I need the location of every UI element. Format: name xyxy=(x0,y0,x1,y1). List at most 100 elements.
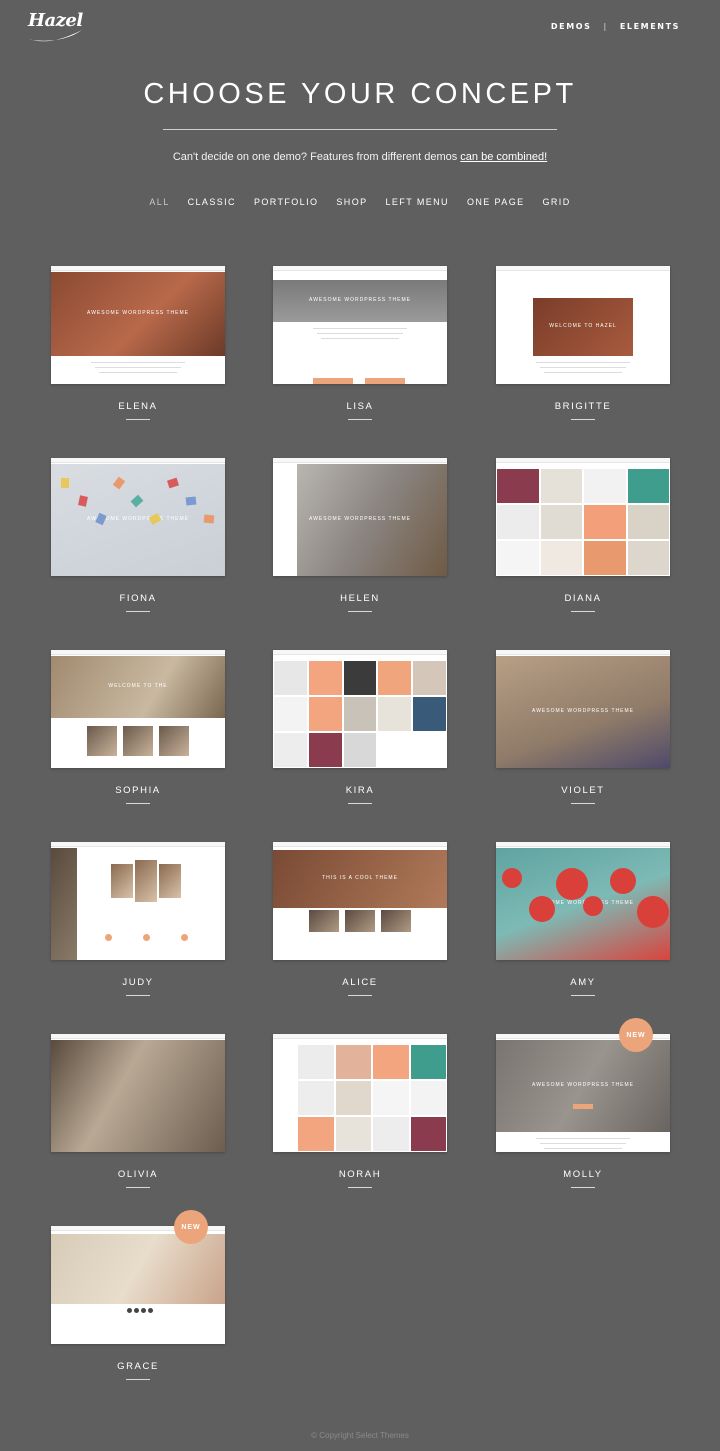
browser-bar xyxy=(51,650,225,655)
preview-accent-dot xyxy=(143,934,150,941)
preview-social-dot xyxy=(127,1308,132,1313)
preview-text-line xyxy=(536,1138,630,1139)
browser-bar xyxy=(51,458,225,463)
preview-lantern xyxy=(529,896,555,922)
preview-tile xyxy=(540,469,582,503)
preview-flag xyxy=(61,478,69,488)
demo-label-brigitte[interactable]: BRIGITTE xyxy=(496,401,670,412)
preview-tile xyxy=(497,541,539,575)
page-subtitle: Can't decide on one demo? Features from … xyxy=(0,151,720,163)
demo-thumbnail-olivia[interactable] xyxy=(51,1034,225,1152)
new-badge: NEW xyxy=(174,1210,208,1244)
preview-tile xyxy=(274,697,307,731)
preview-text-line xyxy=(544,372,622,373)
demo-thumbnail-norah[interactable] xyxy=(273,1034,447,1152)
filter-shop[interactable]: SHOP xyxy=(336,197,367,207)
demo-label-alice[interactable]: ALICE xyxy=(273,977,447,988)
filter-all[interactable]: ALL xyxy=(149,197,169,207)
preview-tile xyxy=(378,661,412,695)
preview-text-line xyxy=(91,362,185,363)
demo-thumbnail-violet[interactable]: AWESOME WORDPRESS THEME xyxy=(496,650,670,768)
preview-tile xyxy=(298,1045,334,1079)
demo-label-underline xyxy=(348,611,372,612)
demo-label-sophia[interactable]: SOPHIA xyxy=(51,785,225,796)
filter-classic[interactable]: CLASSIC xyxy=(188,197,236,207)
browser-bar xyxy=(273,1034,447,1039)
demo-label-grace[interactable]: GRACE xyxy=(51,1361,225,1372)
demo-label-elena[interactable]: ELENA xyxy=(51,401,225,412)
combined-features-link[interactable]: can be combined! xyxy=(460,151,547,163)
preview-lantern xyxy=(556,868,588,900)
demo-label-molly[interactable]: MOLLY xyxy=(496,1169,670,1180)
preview-tile xyxy=(343,733,377,767)
preview-banner-text: AWESOME WORDPRESS THEME xyxy=(87,310,189,316)
preview-tile xyxy=(308,733,342,767)
browser-bar xyxy=(273,458,447,463)
header: Hazel DEMOS | ELEMENTS xyxy=(0,0,720,56)
preview-tile xyxy=(373,1045,409,1079)
browser-bar xyxy=(496,842,670,847)
demo-label-olivia[interactable]: OLIVIA xyxy=(51,1169,225,1180)
demo-label-underline xyxy=(348,419,372,420)
preview-tile xyxy=(497,469,539,503)
preview-tile xyxy=(584,505,626,539)
preview-banner-text: AWESOME WORDPRESS THEME xyxy=(309,516,411,522)
preview-tile xyxy=(335,1081,371,1115)
preview-tile xyxy=(111,864,133,898)
demo-thumbnail-lisa[interactable]: AWESOME WORDPRESS THEME xyxy=(273,266,447,384)
preview-tile xyxy=(298,1117,334,1151)
preview-tile xyxy=(335,1117,371,1151)
demo-thumbnail-helen[interactable]: AWESOME WORDPRESS THEME xyxy=(273,458,447,576)
demo-thumbnail-amy[interactable]: AWESOME WORDPRESS THEME xyxy=(496,842,670,960)
preview-hero-image xyxy=(51,1234,225,1304)
demo-thumbnail-grace[interactable] xyxy=(51,1226,225,1344)
demo-thumbnail-kira[interactable] xyxy=(273,650,447,768)
demo-thumbnail-brigitte[interactable]: WELCOME TO HAZEL xyxy=(496,266,670,384)
preview-tile xyxy=(298,1081,334,1115)
title-divider xyxy=(163,129,557,130)
demo-label-judy[interactable]: JUDY xyxy=(51,977,225,988)
preview-tile xyxy=(335,1045,371,1079)
demo-label-violet[interactable]: VIOLET xyxy=(496,785,670,796)
demo-thumbnail-molly[interactable]: AWESOME WORDPRESS THEME xyxy=(496,1034,670,1152)
preview-tile xyxy=(159,864,181,898)
demo-thumbnail-alice[interactable]: THIS IS A COOL THEME xyxy=(273,842,447,960)
preview-banner-text: AWESOME WORDPRESS THEME xyxy=(532,708,634,714)
demo-label-underline xyxy=(571,419,595,420)
preview-tile xyxy=(540,541,582,575)
preview-tile xyxy=(413,697,446,731)
new-badge: NEW xyxy=(619,1018,653,1052)
preview-tile xyxy=(309,910,339,932)
preview-tile xyxy=(540,505,582,539)
demo-label-amy[interactable]: AMY xyxy=(496,977,670,988)
hazel-logo[interactable]: Hazel xyxy=(24,10,86,44)
filter-left-menu[interactable]: LEFT MENU xyxy=(386,197,449,207)
demo-thumbnail-sophia[interactable]: WELCOME TO THE xyxy=(51,650,225,768)
preview-tile xyxy=(584,541,626,575)
demo-thumbnail-judy[interactable] xyxy=(51,842,225,960)
demo-thumbnail-elena[interactable]: AWESOME WORDPRESS THEME xyxy=(51,266,225,384)
preview-tile xyxy=(410,1081,446,1115)
demo-label-lisa[interactable]: LISA xyxy=(273,401,447,412)
demo-thumbnail-diana[interactable] xyxy=(496,458,670,576)
preview-tile xyxy=(123,726,153,756)
demo-label-underline xyxy=(126,1379,150,1380)
filter-portfolio[interactable]: PORTFOLIO xyxy=(254,197,318,207)
filter-one-page[interactable]: ONE PAGE xyxy=(467,197,525,207)
nav-elements-link[interactable]: ELEMENTS xyxy=(620,22,680,31)
demo-label-helen[interactable]: HELEN xyxy=(273,593,447,604)
demo-label-kira[interactable]: KIRA xyxy=(273,785,447,796)
preview-tile xyxy=(274,661,307,695)
demo-label-underline xyxy=(126,611,150,612)
demo-label-norah[interactable]: NORAH xyxy=(273,1169,447,1180)
filter-grid[interactable]: GRID xyxy=(543,197,571,207)
demo-thumbnail-fiona[interactable]: AWESOME WORDPRESS THEME xyxy=(51,458,225,576)
preview-text-line xyxy=(95,367,181,368)
preview-banner-text: AWESOME WORDPRESS THEME xyxy=(87,516,189,522)
demo-label-underline xyxy=(126,1187,150,1188)
demo-label-diana[interactable]: DIANA xyxy=(496,593,670,604)
preview-tile xyxy=(381,910,411,932)
preview-lantern xyxy=(610,868,636,894)
nav-demos-link[interactable]: DEMOS xyxy=(551,22,592,31)
demo-label-fiona[interactable]: FIONA xyxy=(51,593,225,604)
